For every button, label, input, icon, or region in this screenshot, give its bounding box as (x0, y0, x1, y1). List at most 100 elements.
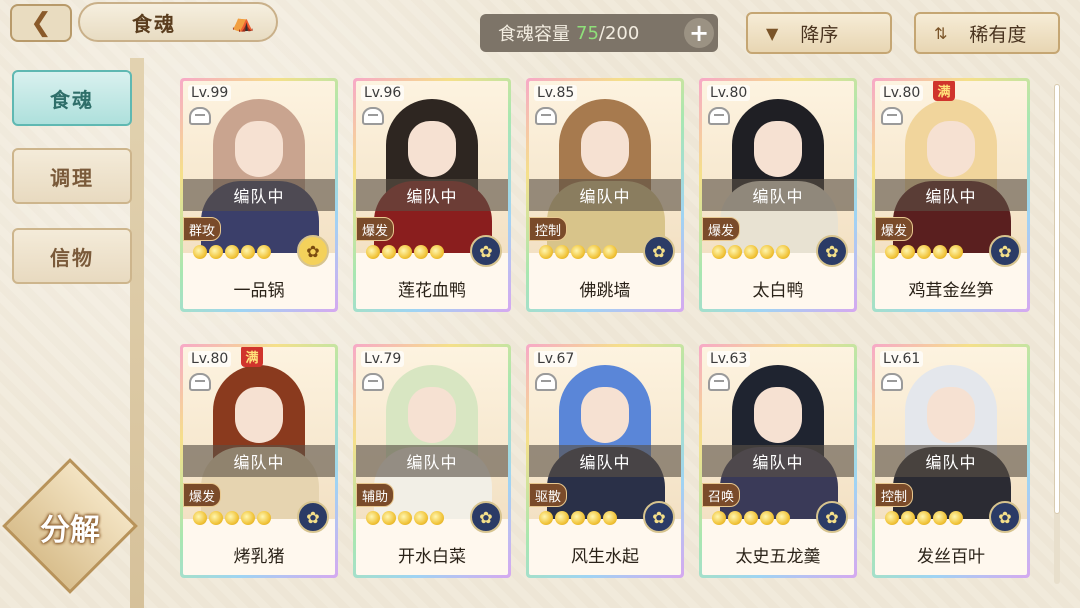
element-emblem-icon: ✿ (297, 501, 329, 533)
bowl-icon (881, 107, 903, 125)
star-icon (414, 245, 428, 259)
food-soul-name: 佛跳墙 (579, 281, 631, 301)
star-icon (901, 245, 915, 259)
star-icon (398, 511, 412, 525)
star-icon (366, 511, 380, 525)
back-button[interactable]: ❮ (10, 4, 72, 42)
star-icon (917, 511, 931, 525)
food-soul-card[interactable]: Lv.80 满 编队中 爆发 ✿ 烤乳猪 (180, 344, 338, 578)
element-emblem-icon: ✿ (816, 501, 848, 533)
bowl-icon (189, 373, 211, 391)
element-emblem-icon: ✿ (816, 235, 848, 267)
tab-label: 信物 (50, 245, 94, 270)
element-emblem-icon: ✿ (470, 501, 502, 533)
role-tag: 爆发 (183, 483, 222, 507)
star-icon (933, 245, 947, 259)
star-icon (776, 511, 790, 525)
page-title: 食魂 (132, 11, 176, 36)
star-rating (712, 511, 790, 525)
element-emblem-icon: ✿ (643, 235, 675, 267)
star-icon (555, 511, 569, 525)
in-team-status: 编队中 (183, 445, 335, 477)
star-icon (760, 511, 774, 525)
in-team-status: 编队中 (529, 179, 681, 211)
star-icon (539, 245, 553, 259)
star-icon (414, 511, 428, 525)
star-icon (933, 511, 947, 525)
level-label: Lv.67 (534, 351, 578, 367)
in-team-status: 编队中 (356, 445, 508, 477)
bowl-icon (535, 107, 557, 125)
food-soul-card[interactable]: Lv.79 编队中 辅助 ✿ 开水白菜 (353, 344, 511, 578)
food-soul-card[interactable]: Lv.61 编队中 控制 ✿ 发丝百叶 (872, 344, 1030, 578)
star-icon (728, 511, 742, 525)
maxed-badge: 满 (241, 347, 263, 367)
sort-field-button[interactable]: ⇅ 稀有度 (914, 12, 1060, 54)
capacity-display: 食魂容量 75 /200 + (480, 14, 718, 52)
sort-field-label: 稀有度 (969, 23, 1027, 46)
star-icon (760, 245, 774, 259)
food-soul-card[interactable]: Lv.96 编队中 爆发 ✿ 莲花血鸭 (353, 78, 511, 312)
food-soul-card[interactable]: Lv.67 编队中 驱散 ✿ 风生水起 (526, 344, 684, 578)
star-icon (225, 245, 239, 259)
food-soul-name: 莲花血鸭 (398, 281, 466, 301)
element-emblem-icon: ✿ (297, 235, 329, 267)
role-tag: 爆发 (875, 217, 914, 241)
star-icon (603, 511, 617, 525)
star-icon (949, 245, 963, 259)
role-tag: 爆发 (702, 217, 741, 241)
scrollbar[interactable] (1054, 84, 1060, 584)
food-soul-name: 太白鸭 (752, 281, 804, 301)
level-label: Lv.80 (707, 85, 751, 101)
in-team-status: 编队中 (702, 445, 854, 477)
star-icon (885, 245, 899, 259)
star-icon (257, 511, 271, 525)
sort-order-button[interactable]: ▼ 降序 (746, 12, 892, 54)
star-icon (587, 511, 601, 525)
star-rating (366, 245, 444, 259)
tab-tokens[interactable]: 信物 (12, 228, 132, 284)
star-icon (744, 245, 758, 259)
star-icon (776, 245, 790, 259)
star-icon (587, 245, 601, 259)
scrollbar-thumb[interactable] (1054, 84, 1060, 514)
star-icon (382, 511, 396, 525)
role-tag: 爆发 (356, 217, 395, 241)
star-rating (539, 511, 617, 525)
bowl-icon (362, 107, 384, 125)
star-icon (571, 511, 585, 525)
maxed-badge: 满 (933, 81, 955, 101)
add-capacity-button[interactable]: + (684, 18, 714, 48)
in-team-status: 编队中 (702, 179, 854, 211)
food-soul-card[interactable]: Lv.80 编队中 爆发 ✿ 太白鸭 (699, 78, 857, 312)
food-soul-card[interactable]: Lv.80 满 编队中 爆发 ✿ 鸡茸金丝笋 (872, 78, 1030, 312)
star-icon (398, 245, 412, 259)
tab-food-souls[interactable]: 食魂 (12, 70, 132, 126)
level-label: Lv.61 (880, 351, 924, 367)
star-rating (193, 245, 271, 259)
bowl-icon (362, 373, 384, 391)
food-soul-name: 鸡茸金丝笋 (908, 281, 994, 301)
star-rating (885, 245, 963, 259)
triangle-down-icon: ▼ (766, 23, 779, 43)
food-soul-card[interactable]: Lv.85 编队中 控制 ✿ 佛跳墙 (526, 78, 684, 312)
star-icon (744, 511, 758, 525)
level-label: Lv.79 (361, 351, 405, 367)
star-icon (555, 245, 569, 259)
food-soul-card[interactable]: Lv.99 编队中 群攻 ✿ 一品锅 (180, 78, 338, 312)
star-icon (193, 245, 207, 259)
food-soul-name: 太史五龙羹 (735, 547, 821, 567)
level-label: Lv.99 (188, 85, 232, 101)
star-icon (241, 511, 255, 525)
food-soul-grid: Lv.99 编队中 群攻 ✿ 一品锅 Lv.96 编队中 爆发 ✿ 莲花血鸭 L… (180, 78, 1040, 578)
decompose-label: 分解 (40, 513, 100, 548)
food-soul-name: 风生水起 (571, 547, 639, 567)
food-soul-card[interactable]: Lv.63 编队中 召唤 ✿ 太史五龙羹 (699, 344, 857, 578)
star-icon (193, 511, 207, 525)
role-tag: 辅助 (356, 483, 395, 507)
role-tag: 驱散 (529, 483, 568, 507)
star-icon (430, 511, 444, 525)
star-rating (366, 511, 444, 525)
top-bar: ❮ 食魂 ⛺ 食魂容量 75 /200 + ▼ 降序 ⇅ 稀有度 (0, 0, 1080, 58)
tab-conditioning[interactable]: 调理 (12, 148, 132, 204)
